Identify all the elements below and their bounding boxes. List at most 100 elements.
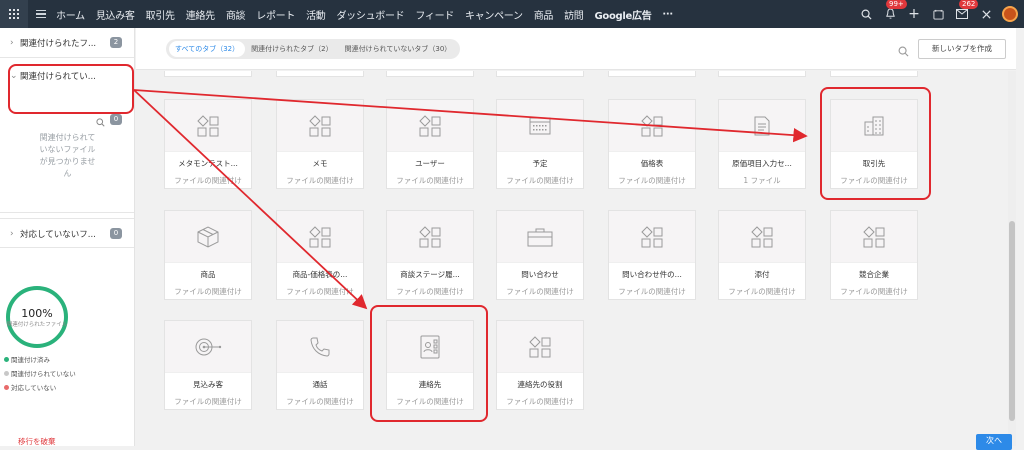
association-status: ファイルの関連付け bbox=[840, 287, 908, 296]
module-card[interactable]: 商談ステージ履... ファイルの関連付け bbox=[386, 210, 474, 300]
association-status: ファイルの関連付け bbox=[174, 397, 242, 406]
module-card[interactable]: 連絡先の役割 ファイルの関連付け bbox=[496, 320, 584, 410]
partial-card[interactable] bbox=[276, 71, 364, 77]
module-card[interactable]: 予定 ファイルの関連付け bbox=[496, 99, 584, 189]
briefcase-icon bbox=[497, 211, 583, 263]
sidebar-section-label: 対応していないフ... bbox=[20, 230, 96, 240]
module-card[interactable]: 問い合わせ ファイルの関連付け bbox=[496, 210, 584, 300]
mail-icon[interactable]: 262 bbox=[950, 0, 979, 28]
annotation-highlight bbox=[8, 64, 134, 114]
module-card[interactable]: 添付 ファイルの関連付け bbox=[718, 210, 806, 300]
tab-associated[interactable]: 関連付けられたタブ（2） bbox=[245, 41, 338, 57]
tools-icon[interactable] bbox=[974, 0, 998, 28]
partial-card[interactable] bbox=[608, 71, 696, 77]
partial-card[interactable] bbox=[386, 71, 474, 77]
shapes-icon bbox=[277, 211, 363, 263]
module-name: 見込み客 bbox=[193, 380, 223, 389]
association-status: ファイルの関連付け bbox=[506, 176, 574, 185]
annotation-highlight bbox=[820, 87, 931, 200]
scrollbar-thumb[interactable] bbox=[1009, 221, 1015, 421]
calendar-icon[interactable] bbox=[926, 0, 950, 28]
association-status: ファイルの関連付け bbox=[506, 397, 574, 406]
module-card[interactable]: ユーザー ファイルの関連付け bbox=[386, 99, 474, 189]
shapes-icon bbox=[387, 100, 473, 152]
module-name: 商談ステージ履... bbox=[400, 270, 460, 279]
tab-filter-pills: すべてのタブ（32） 関連付けられたタブ（2） 関連付けられていないタブ（30） bbox=[166, 39, 461, 59]
nav-item[interactable]: 訪問 bbox=[564, 7, 584, 22]
module-name: 予定 bbox=[532, 159, 548, 168]
app-grid-icon[interactable] bbox=[0, 0, 28, 28]
shapes-icon bbox=[277, 100, 363, 152]
partial-card[interactable] bbox=[496, 71, 584, 77]
search-icon[interactable] bbox=[854, 0, 878, 28]
progress-percent: 100% bbox=[21, 306, 53, 320]
menu-icon[interactable] bbox=[36, 9, 46, 19]
nav-item[interactable]: レポート bbox=[256, 7, 295, 22]
nav-item[interactable]: 商談 bbox=[226, 7, 246, 22]
module-name: 問い合わせ bbox=[521, 270, 559, 279]
nav-item[interactable]: ダッシュボード bbox=[336, 7, 404, 22]
legend-item: 関連付け済み bbox=[4, 354, 76, 364]
module-name: 競合企業 bbox=[859, 270, 889, 279]
annotation-highlight bbox=[370, 305, 488, 422]
search-icon[interactable] bbox=[96, 112, 105, 131]
nav-item[interactable]: 取引先 bbox=[146, 7, 175, 22]
count-badge: 0 bbox=[110, 228, 122, 239]
module-card[interactable]: 商品 ファイルの関連付け bbox=[164, 210, 252, 300]
shapes-icon bbox=[609, 211, 695, 263]
target-icon bbox=[165, 321, 251, 373]
module-card[interactable]: 見込み客 ファイルの関連付け bbox=[164, 320, 252, 410]
add-icon[interactable]: + bbox=[902, 0, 926, 28]
chevron-right-icon: › bbox=[10, 229, 14, 239]
nav-item[interactable]: 商品 bbox=[534, 7, 554, 22]
next-button[interactable]: 次へ bbox=[976, 434, 1012, 450]
module-card[interactable]: 原価項目入力セ... 1 ファイル bbox=[718, 99, 806, 189]
module-name: 商品-価格表の... bbox=[292, 270, 348, 279]
legend-dot bbox=[4, 356, 9, 362]
association-status: ファイルの関連付け bbox=[506, 287, 574, 296]
chevron-right-icon: › bbox=[10, 38, 14, 48]
association-status: 1 ファイル bbox=[743, 176, 781, 185]
search-icon[interactable] bbox=[898, 42, 909, 61]
sidebar-section-unsupported[interactable]: › 対応していないフ... 0 bbox=[0, 218, 134, 248]
module-card[interactable]: メタモンテスト... ファイルの関連付け bbox=[164, 99, 252, 189]
notification-icon[interactable]: 99+ bbox=[878, 0, 907, 28]
module-card[interactable]: 価格表 ファイルの関連付け bbox=[608, 99, 696, 189]
tab-all[interactable]: すべてのタブ（32） bbox=[169, 41, 246, 57]
nav-item[interactable]: 見込み客 bbox=[96, 7, 135, 22]
box-icon bbox=[165, 211, 251, 263]
shapes-icon bbox=[387, 211, 473, 263]
partial-card[interactable] bbox=[718, 71, 806, 77]
tab-unassociated[interactable]: 関連付けられていないタブ（30） bbox=[339, 41, 458, 57]
partial-card[interactable] bbox=[164, 71, 252, 77]
nav-item[interactable]: 活動 bbox=[306, 7, 326, 22]
module-card[interactable]: メモ ファイルの関連付け bbox=[276, 99, 364, 189]
nav-item[interactable]: Google広告 bbox=[595, 7, 652, 22]
legend-item: 対応していない bbox=[4, 382, 76, 392]
module-name: 通話 bbox=[312, 380, 328, 389]
shapes-icon bbox=[719, 211, 805, 263]
calendar-icon bbox=[497, 100, 583, 152]
nav-item[interactable]: ホーム bbox=[56, 7, 85, 22]
nav-item[interactable]: 連絡先 bbox=[186, 7, 215, 22]
nav-item[interactable]: キャンペーン bbox=[465, 7, 523, 22]
nav-item[interactable]: フィード bbox=[415, 7, 454, 22]
module-card[interactable]: 問い合わせ件の... ファイルの関連付け bbox=[608, 210, 696, 300]
module-tabs: ホーム 見込み客 取引先 連絡先 商談 レポート 活動 ダッシュボード フィード キャンペーン 商品… bbox=[56, 7, 684, 22]
user-avatar[interactable] bbox=[1002, 6, 1018, 22]
module-card[interactable]: 商品-価格表の... ファイルの関連付け bbox=[276, 210, 364, 300]
discard-migration-link[interactable]: 移行を破棄 bbox=[18, 436, 56, 447]
document-icon bbox=[719, 100, 805, 152]
scrollbar[interactable] bbox=[1008, 71, 1016, 446]
module-name: 問い合わせ件の... bbox=[622, 270, 682, 279]
create-new-tab-button[interactable]: 新しいタブを作成 bbox=[918, 39, 1006, 59]
tab-filter-bar: すべてのタブ（32） 関連付けられたタブ（2） 関連付けられていないタブ（30）… bbox=[136, 28, 1016, 70]
more-modules-icon[interactable]: ··· bbox=[662, 9, 673, 20]
sidebar-section-associated[interactable]: › 関連付けられたフ... 2 bbox=[0, 28, 134, 58]
partial-card[interactable] bbox=[830, 71, 918, 77]
legend-dot bbox=[4, 384, 9, 390]
progress-donut: 100% 関連付けられたファイル bbox=[6, 286, 68, 348]
module-card[interactable]: 競合企業 ファイルの関連付け bbox=[830, 210, 918, 300]
module-card[interactable]: 通話 ファイルの関連付け bbox=[276, 320, 364, 410]
sidebar-section-label: 関連付けられたフ... bbox=[20, 39, 97, 49]
